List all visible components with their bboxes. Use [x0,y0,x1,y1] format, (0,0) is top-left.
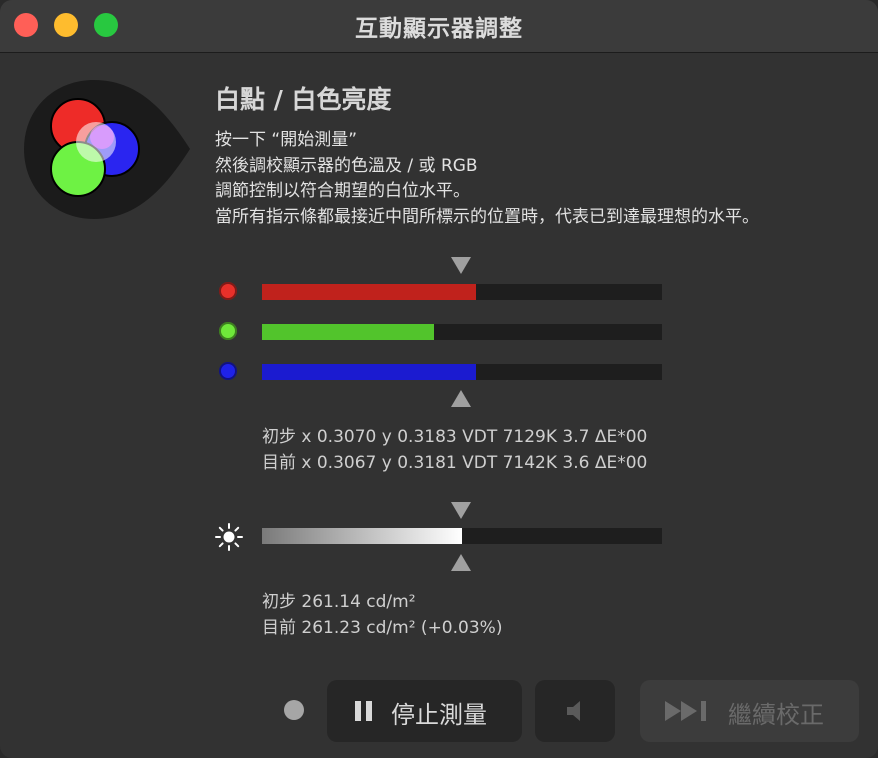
red-channel-bar [262,284,662,300]
interactive-display-adjustment-window: 互動顯示器調整 白點 / 白色亮度 按一下 “開始測量” 然後調校顯示器的色溫及… [0,0,878,758]
instructions-text: 按一下 “開始測量” 然後調校顯示器的色溫及 / 或 RGB 調節控制以符合期望… [215,128,759,230]
blue-channel-bar [262,364,662,380]
window-title: 互動顯示器調整 [355,16,523,42]
section-title: 白點 / 白色亮度 [215,85,392,114]
speaker-icon [567,701,580,721]
chromaticity-current: 目前 x 0.3067 y 0.3181 VDT 7142K 3.6 ΔE*00 [262,453,648,473]
luminance-readout: 初步 261.14 cd/m² 目前 261.23 cd/m² (+0.03%) [262,589,502,641]
luminance-current: 目前 261.23 cd/m² (+0.03%) [262,618,503,638]
chromaticity-readout: 初步 x 0.3070 y 0.3183 VDT 7129K 3.7 ΔE*00… [262,424,647,476]
skip-forward-icon [665,701,706,721]
record-indicator-icon [284,700,304,720]
green-channel-bar [262,324,662,340]
blue-channel-level [262,364,476,380]
red-channel-level [262,284,476,300]
rgb-target-marker-top-icon [451,257,471,274]
brightness-icon [215,523,243,551]
stop-measurement-button[interactable]: 停止測量 [327,680,522,742]
luminance-target-marker-bottom-icon [451,554,471,571]
luminance-target-marker-top-icon [451,502,471,519]
rgb-mix-logo-icon [24,80,190,219]
instruction-line: 調節控制以符合期望的白位水平。 [215,181,470,201]
pause-icon [355,701,372,721]
luminance-level [262,528,462,544]
title-bar: 互動顯示器調整 [0,0,878,53]
sound-toggle-button[interactable] [535,680,615,742]
instruction-line: 按一下 “開始測量” [215,130,358,150]
green-channel-level [262,324,434,340]
luminance-initial: 初步 261.14 cd/m² [262,592,416,612]
continue-calibration-button[interactable]: 繼續校正 [640,680,859,742]
rgb-target-marker-bottom-icon [451,390,471,407]
luminance-bar [262,528,662,544]
stop-measurement-label: 停止測量 [391,701,487,729]
instruction-line: 當所有指示條都最接近中間所標示的位置時，代表已到達最理想的水平。 [215,206,759,227]
chromaticity-initial: 初步 x 0.3070 y 0.3183 VDT 7129K 3.7 ΔE*00 [262,427,648,447]
red-channel-dot [219,282,237,300]
green-channel-dot [219,322,237,340]
instruction-line: 然後調校顯示器的色溫及 / 或 RGB [215,155,478,176]
continue-calibration-label: 繼續校正 [728,701,824,729]
blue-channel-dot [219,362,237,380]
